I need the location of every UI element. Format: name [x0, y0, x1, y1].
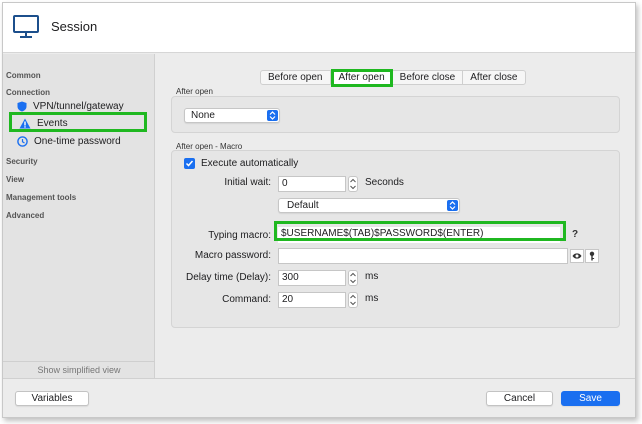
- macro-password-label: Macro password:: [194, 250, 271, 261]
- sidebar-item-label: One-time password: [34, 136, 121, 147]
- command-input[interactable]: 20: [278, 292, 346, 308]
- macro-mode-value: Default: [287, 200, 319, 211]
- session-window: Session Common Connection VPN/tunnel/gat…: [2, 2, 636, 418]
- events-highlight: [9, 112, 147, 132]
- command-stepper[interactable]: [348, 292, 358, 308]
- delay-time-input[interactable]: 300: [278, 270, 346, 286]
- sidebar-category-common[interactable]: Common: [6, 71, 41, 80]
- sidebar-category-management[interactable]: Management tools: [6, 193, 76, 202]
- command-label: Command:: [222, 294, 271, 305]
- after-open-select[interactable]: None: [184, 108, 280, 123]
- stepper-arrows-icon: [350, 178, 356, 190]
- delay-time-unit: ms: [365, 271, 379, 282]
- eye-icon: [572, 253, 582, 259]
- tab-after-open[interactable]: After open: [330, 68, 393, 87]
- show-simplified-view-button[interactable]: Show simplified view: [3, 361, 155, 378]
- footer-bar: Variables Cancel Save: [3, 378, 635, 417]
- variables-button[interactable]: Variables: [15, 391, 89, 406]
- sidebar-category-view[interactable]: View: [6, 175, 24, 184]
- sidebar-item-otp[interactable]: One-time password: [17, 136, 121, 147]
- tab-bar: Before open After open Before close Afte…: [260, 68, 526, 87]
- cancel-button[interactable]: Cancel: [486, 391, 553, 406]
- initial-wait-input[interactable]: 0: [278, 176, 346, 192]
- typing-macro-help-button[interactable]: ?: [568, 228, 582, 242]
- command-unit: ms: [365, 293, 379, 304]
- sidebar-category-security[interactable]: Security: [6, 157, 38, 166]
- tab-after-close[interactable]: After close: [463, 71, 524, 84]
- typing-macro-highlight: [274, 221, 566, 241]
- after-open-group-label: After open: [176, 87, 213, 96]
- execute-automatically-checkbox[interactable]: [184, 158, 195, 169]
- content-panel: Before open After open Before close Afte…: [156, 54, 635, 378]
- after-open-select-value: None: [191, 110, 215, 121]
- delay-time-stepper[interactable]: [348, 270, 358, 286]
- monitor-icon: [13, 15, 39, 38]
- initial-wait-label: Initial wait:: [224, 177, 271, 188]
- delay-time-label: Delay time (Delay):: [185, 272, 271, 283]
- clock-icon: [17, 136, 28, 147]
- sidebar: Common Connection VPN/tunnel/gateway Eve…: [3, 54, 155, 378]
- window-title: Session: [51, 19, 98, 34]
- typing-macro-label: Typing macro:: [208, 230, 271, 241]
- tab-before-close[interactable]: Before close: [393, 71, 464, 84]
- stepper-arrows-icon: [350, 272, 356, 284]
- key-icon: [589, 251, 595, 261]
- select-arrows-icon: [447, 200, 458, 211]
- shield-icon: [17, 101, 27, 112]
- sidebar-item-vpn[interactable]: VPN/tunnel/gateway: [17, 101, 124, 112]
- initial-wait-unit: Seconds: [365, 177, 404, 188]
- select-arrows-icon: [267, 110, 278, 121]
- save-button[interactable]: Save: [561, 391, 620, 406]
- checkmark-icon: [185, 160, 194, 167]
- after-open-group: None: [171, 96, 620, 133]
- macro-password-input[interactable]: [278, 248, 568, 264]
- execute-automatically-label: Execute automatically: [201, 158, 299, 169]
- stepper-arrows-icon: [350, 294, 356, 306]
- title-bar: Session: [3, 3, 635, 53]
- tab-before-open[interactable]: Before open: [261, 71, 331, 84]
- show-password-button[interactable]: [570, 249, 584, 263]
- password-key-button[interactable]: [585, 249, 599, 263]
- sidebar-category-connection[interactable]: Connection: [6, 88, 50, 97]
- sidebar-category-advanced[interactable]: Advanced: [6, 211, 44, 220]
- sidebar-item-label: VPN/tunnel/gateway: [33, 101, 124, 112]
- macro-mode-select[interactable]: Default: [278, 198, 460, 213]
- initial-wait-stepper[interactable]: [348, 176, 358, 192]
